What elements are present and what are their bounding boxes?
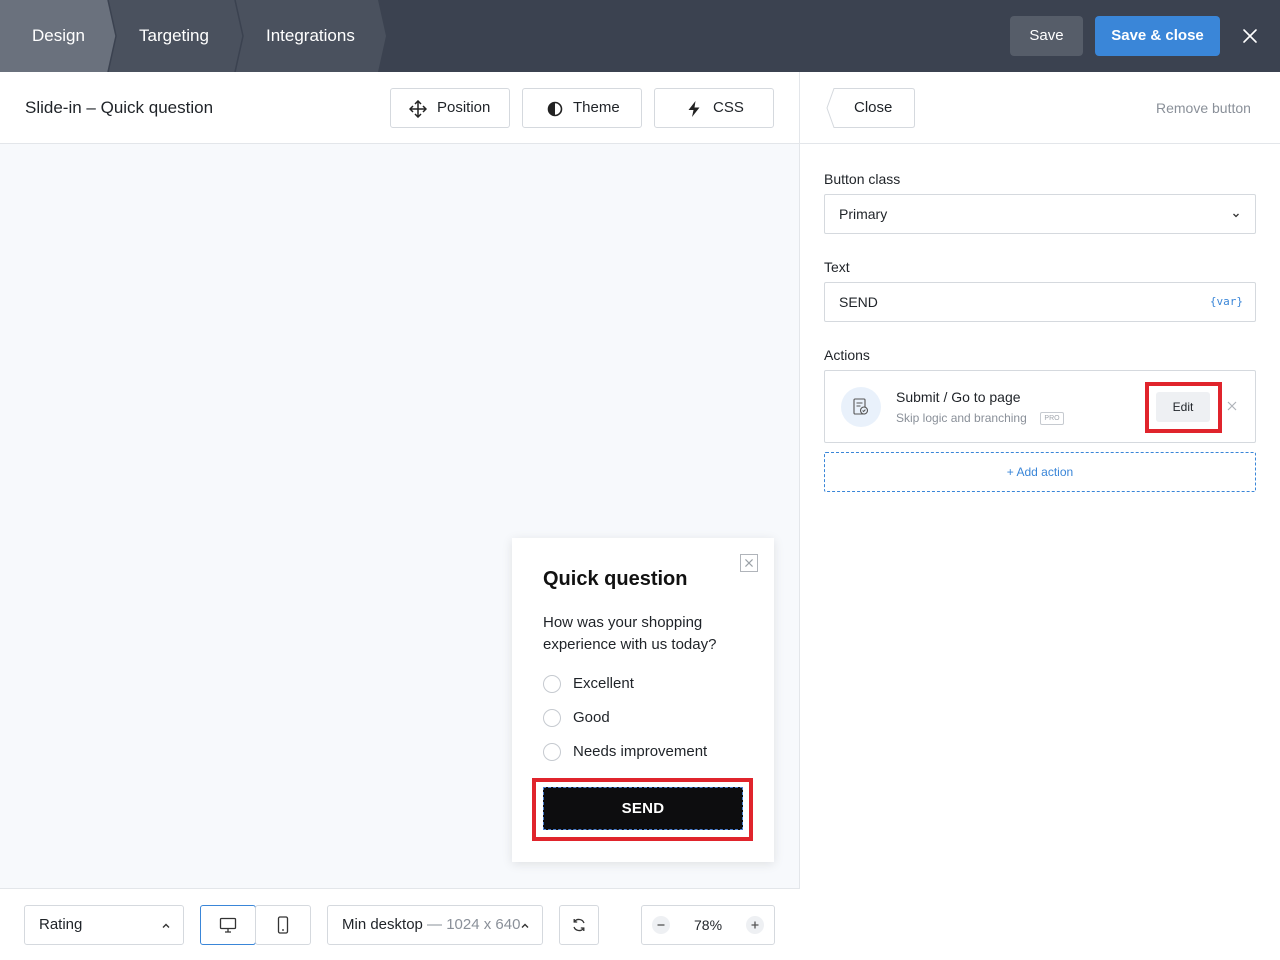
submit-page-icon (853, 398, 869, 415)
zoom-in-icon[interactable] (745, 915, 765, 935)
actions-label: Actions (824, 347, 870, 363)
close-icon[interactable] (1238, 24, 1262, 48)
device-size-select[interactable]: Min desktop — 1024 x 640 (327, 905, 543, 945)
button-text-input[interactable]: SEND {var} (824, 282, 1256, 322)
rotate-button[interactable] (559, 905, 599, 945)
mobile-toggle[interactable] (255, 905, 311, 945)
refresh-icon (573, 918, 585, 932)
editor-header: Slide-in – Quick question Position Theme… (0, 72, 800, 144)
step-select[interactable]: Rating (24, 905, 184, 945)
chevron-up-icon (521, 923, 529, 928)
remove-button-link[interactable]: Remove button (1156, 72, 1251, 144)
radio-icon[interactable] (543, 675, 561, 693)
add-action-button[interactable]: + Add action (824, 452, 1256, 492)
css-button[interactable]: CSS (654, 88, 774, 128)
popup-question: How was your shopping experience with us… (543, 614, 717, 653)
device-size: — 1024 x 640 (427, 916, 521, 933)
step-design[interactable]: Design (32, 0, 85, 72)
popup-close-icon[interactable] (740, 554, 758, 572)
button-settings-header: Close Remove button (800, 72, 1280, 144)
pro-badge: PRO (1040, 412, 1064, 425)
bottom-toolbar: Rating Min desktop — 1024 x 640 78% (0, 888, 800, 960)
slide-in-popup: Quick question How was your shopping exp… (512, 538, 774, 862)
theme-button[interactable]: Theme (522, 88, 642, 128)
campaign-title: Slide-in – Quick question (25, 98, 214, 117)
theme-icon (547, 101, 563, 117)
desktop-toggle[interactable] (200, 905, 256, 945)
save-button[interactable]: Save (1010, 16, 1083, 56)
option-label: Needs improvement (573, 743, 708, 760)
step-integrations[interactable]: Integrations (266, 0, 355, 72)
theme-label: Theme (573, 99, 620, 116)
panel-divider (799, 72, 800, 960)
button-class-label: Button class (824, 171, 901, 187)
close-panel-button[interactable]: Close (826, 88, 915, 128)
device-label: Min desktop (342, 916, 423, 933)
option-label: Excellent (573, 675, 634, 692)
option-label: Good (573, 709, 610, 726)
button-class-select[interactable]: Primary (824, 194, 1256, 234)
radio-icon[interactable] (543, 709, 561, 727)
move-icon (409, 100, 427, 118)
mobile-icon (277, 916, 289, 934)
position-button[interactable]: Position (390, 88, 510, 128)
position-label: Position (437, 99, 491, 116)
save-and-close-button[interactable]: Save & close (1095, 16, 1220, 56)
insert-variable-button[interactable]: {var} (1210, 283, 1243, 321)
text-label: Text (824, 259, 850, 275)
lightning-icon (688, 101, 700, 117)
top-bar: Design Targeting Integrations Save Save … (0, 0, 1280, 72)
chevron-down-icon (1233, 213, 1239, 218)
action-subtitle: Skip logic and branching (896, 411, 1027, 425)
chevron-up-icon (162, 923, 170, 928)
edit-action-button[interactable]: Edit (1156, 392, 1210, 422)
zoom-level: 78% (694, 917, 723, 933)
step-targeting[interactable]: Targeting (139, 0, 209, 72)
zoom-control: 78% (641, 905, 775, 945)
button-text-value: SEND (839, 294, 878, 310)
button-class-value: Primary (839, 206, 888, 222)
zoom-out-icon[interactable] (651, 915, 671, 935)
action-title: Submit / Go to page (896, 389, 1021, 405)
remove-action-icon[interactable] (1226, 400, 1238, 412)
radio-icon[interactable] (543, 743, 561, 761)
action-icon-circle (841, 387, 881, 427)
send-button[interactable]: SEND (543, 787, 743, 830)
close-panel-label: Close (854, 99, 893, 116)
css-label: CSS (713, 99, 744, 116)
step-select-value: Rating (39, 916, 83, 933)
desktop-icon (219, 917, 237, 933)
popup-title: Quick question (543, 568, 688, 590)
